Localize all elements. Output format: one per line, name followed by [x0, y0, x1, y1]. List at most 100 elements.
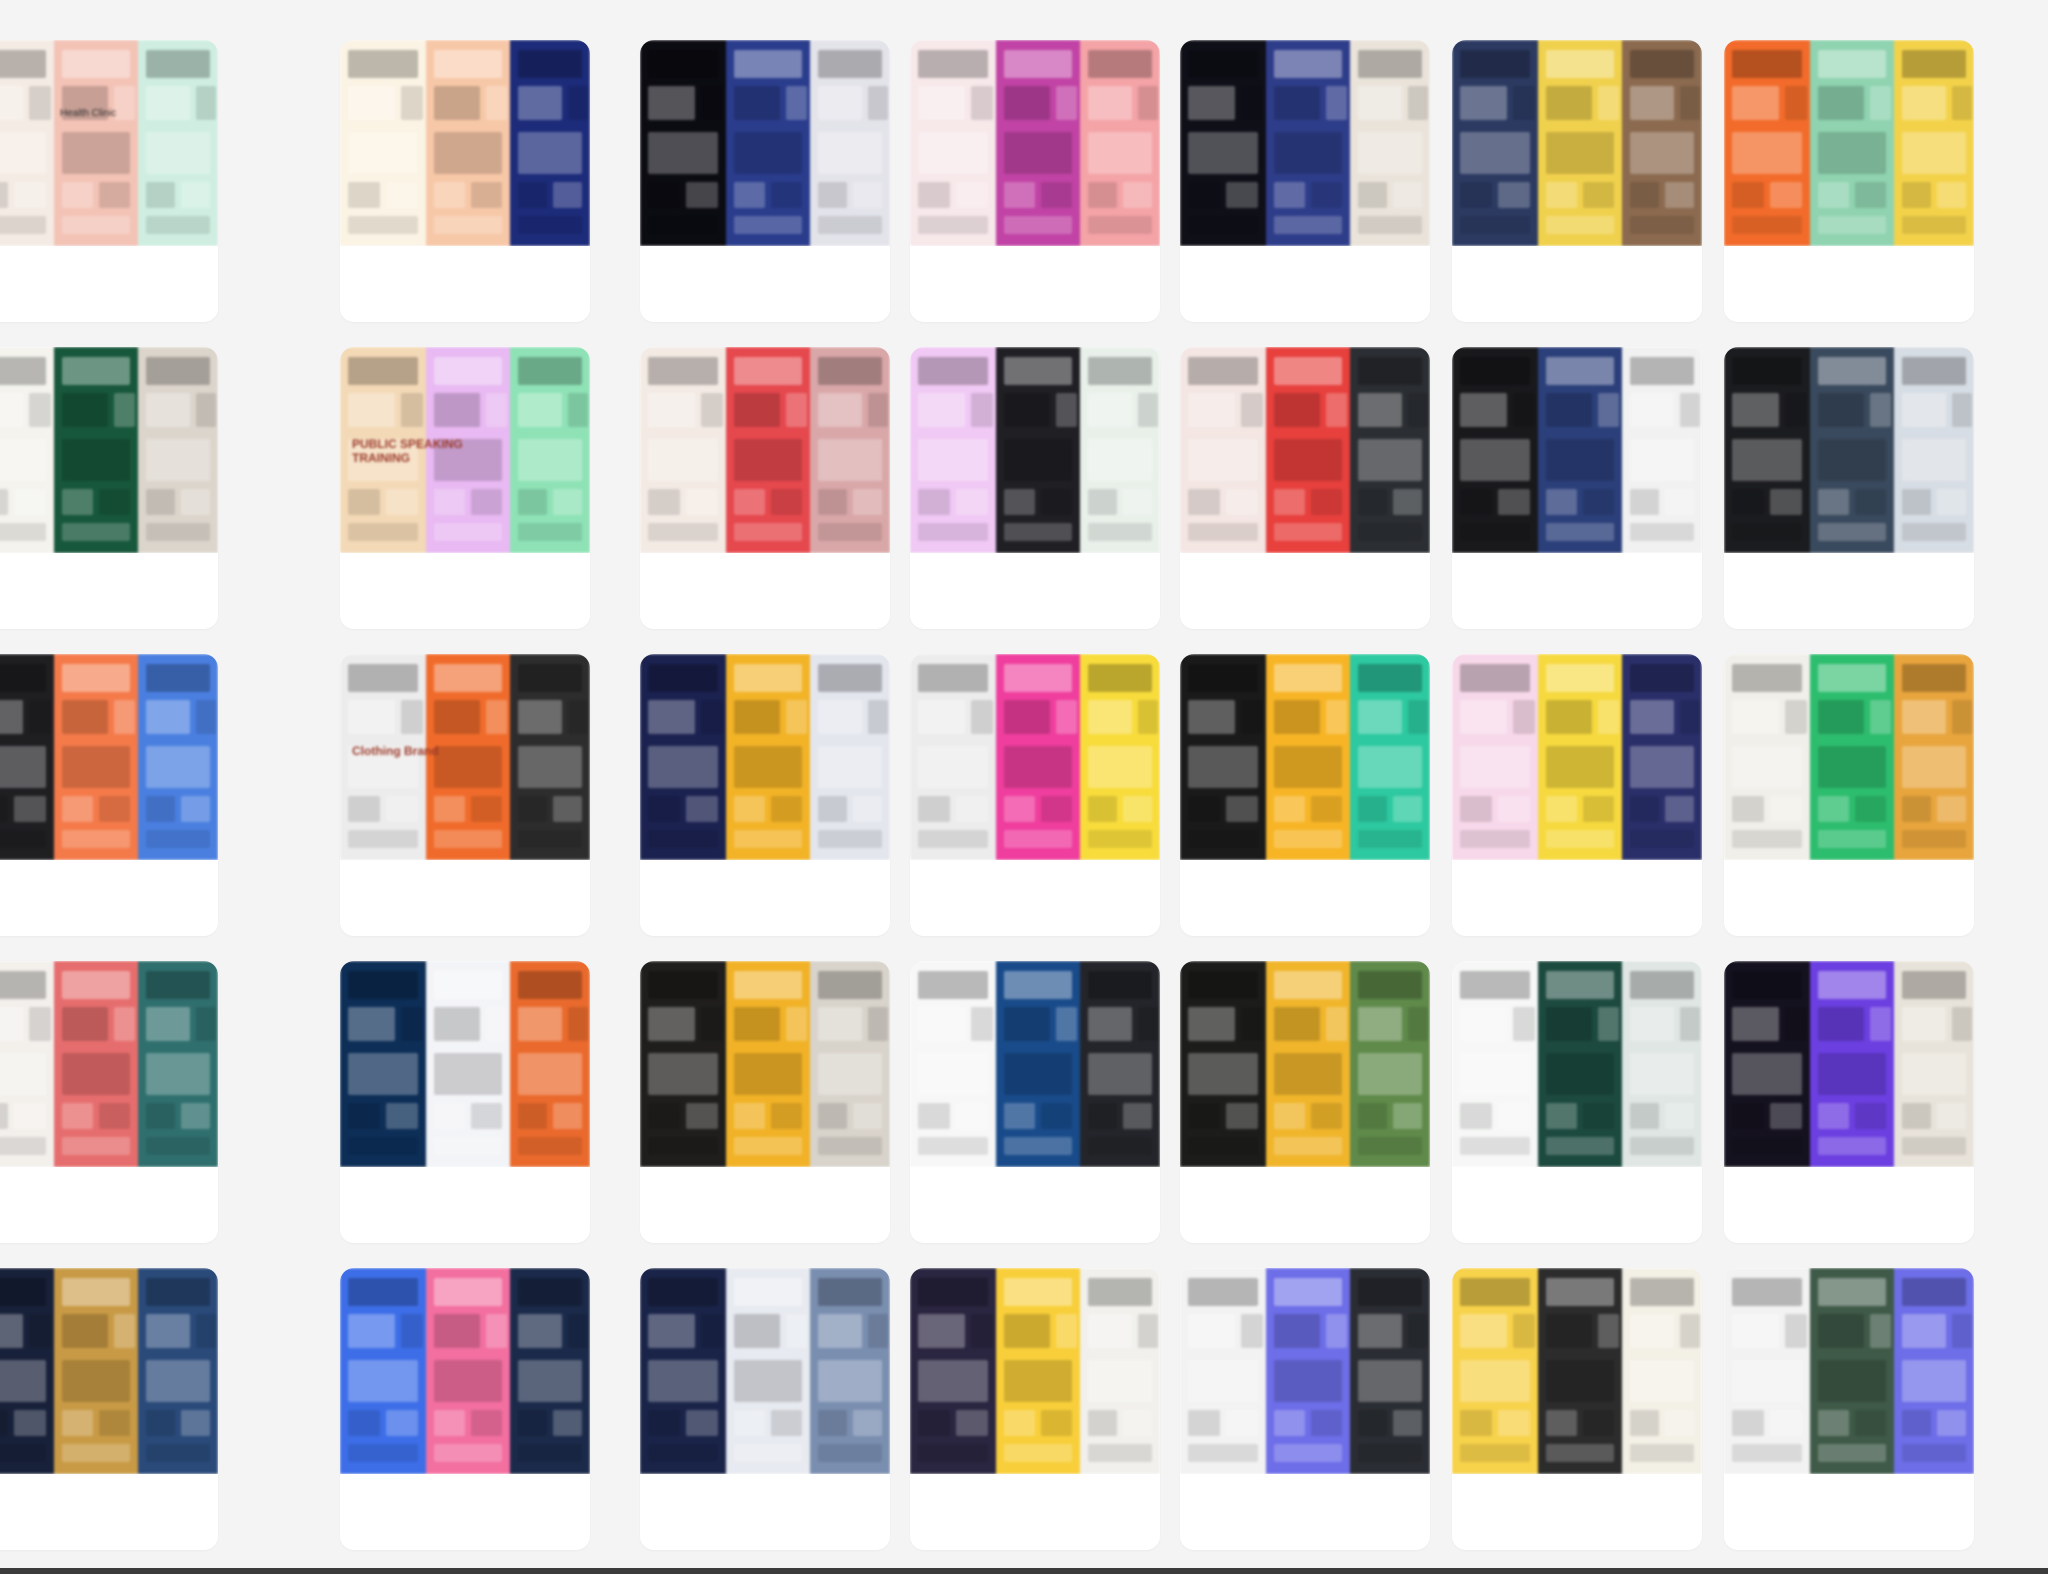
thumbnail-block: [146, 182, 175, 208]
thumbnail-block: [386, 489, 418, 515]
template-card[interactable]: [640, 40, 890, 322]
thumbnail-block: [1123, 1410, 1152, 1436]
thumbnail-block: [1546, 830, 1614, 848]
thumbnail-block: [1818, 1007, 1865, 1041]
thumbnail-block: [0, 439, 46, 481]
template-card[interactable]: [910, 40, 1160, 322]
thumbnail-block: [1902, 796, 1931, 822]
template-card[interactable]: [1724, 1268, 1974, 1550]
template-card[interactable]: [1452, 654, 1702, 936]
thumbnail-block: [1732, 700, 1780, 734]
thumbnail-block: [62, 1137, 130, 1155]
thumbnail-block: [818, 357, 882, 385]
template-thumbnail: [640, 347, 890, 553]
thumbnail-page: [726, 1268, 810, 1474]
thumbnail-block: [786, 1314, 808, 1348]
template-card[interactable]: [640, 347, 890, 629]
thumbnail-page: [1266, 961, 1350, 1167]
thumbnail-page: [1894, 961, 1974, 1167]
thumbnail-block: [734, 664, 802, 692]
template-card[interactable]: [1452, 961, 1702, 1243]
thumbnail-block: [818, 664, 882, 692]
thumbnail-block: [1902, 1444, 1966, 1462]
thumbnail-page: [54, 1268, 138, 1474]
template-card[interactable]: [340, 1268, 590, 1550]
template-card[interactable]: [910, 961, 1160, 1243]
thumbnail-block: [518, 746, 582, 788]
template-card[interactable]: [640, 961, 890, 1243]
template-card[interactable]: [1180, 1268, 1430, 1550]
thumbnail-title: PUBLIC SPEAKING TRAINING: [352, 437, 463, 465]
template-card[interactable]: [910, 347, 1160, 629]
thumbnail-block: [686, 796, 718, 822]
template-card[interactable]: [0, 347, 218, 629]
template-card[interactable]: [1452, 1268, 1702, 1550]
thumbnail-page: [0, 961, 54, 1167]
thumbnail-block: [648, 132, 718, 174]
template-card[interactable]: [910, 1268, 1160, 1550]
thumbnail-block: [1041, 1410, 1072, 1436]
thumbnail-page: [138, 40, 218, 246]
thumbnail-block: [734, 132, 802, 174]
thumbnail-block: [1818, 489, 1849, 515]
thumbnail-block: [918, 1007, 966, 1041]
template-card[interactable]: [910, 654, 1160, 936]
thumbnail-block: [14, 182, 46, 208]
thumbnail-block: [1326, 1007, 1348, 1041]
template-card[interactable]: [1180, 347, 1430, 629]
template-card[interactable]: [1180, 654, 1430, 936]
thumbnail-block: [0, 489, 8, 515]
template-card[interactable]: [1724, 347, 1974, 629]
card-footer: [1724, 1167, 1974, 1243]
thumbnail-block: [29, 393, 51, 427]
thumbnail-block: [1226, 1410, 1258, 1436]
thumbnail-block: [1732, 1360, 1802, 1402]
template-card[interactable]: [1724, 654, 1974, 936]
thumbnail-block: [1630, 1137, 1694, 1155]
thumbnail-block: [146, 1410, 175, 1436]
thumbnail-block: [386, 1103, 418, 1129]
thumbnail-block: [1937, 489, 1966, 515]
thumbnail-block: [1855, 1410, 1886, 1436]
template-card[interactable]: [0, 961, 218, 1243]
thumbnail-page: [0, 1268, 54, 1474]
template-card[interactable]: [1724, 961, 1974, 1243]
thumbnail-block: [1630, 796, 1659, 822]
thumbnail-page: [54, 347, 138, 553]
template-card[interactable]: [0, 654, 218, 936]
thumbnail-page: [1350, 347, 1430, 553]
thumbnail-block: [734, 50, 802, 78]
thumbnail-block: [434, 1007, 481, 1041]
template-card[interactable]: [640, 1268, 890, 1550]
thumbnail-block: [434, 357, 502, 385]
thumbnail-block: [1004, 830, 1072, 848]
thumbnail-block: [1226, 182, 1258, 208]
template-card[interactable]: [1452, 40, 1702, 322]
template-card[interactable]: Clothing Brand: [340, 654, 590, 936]
thumbnail-title: Clothing Brand: [352, 744, 439, 758]
thumbnail-block: [0, 1007, 24, 1041]
template-card[interactable]: [1724, 40, 1974, 322]
thumbnail-block: [434, 971, 502, 999]
template-card[interactable]: [1180, 961, 1430, 1243]
template-card[interactable]: [640, 654, 890, 936]
thumbnail-block: [648, 1410, 680, 1436]
template-card[interactable]: [0, 1268, 218, 1550]
template-card[interactable]: [1180, 40, 1430, 322]
template-card[interactable]: [1452, 347, 1702, 629]
thumbnail-block: [1460, 1053, 1530, 1095]
template-card[interactable]: Health Clinic: [0, 40, 218, 322]
thumbnail-block: [1056, 1007, 1078, 1041]
thumbnail-block: [348, 1360, 418, 1402]
thumbnail-block: [1088, 216, 1152, 234]
template-card[interactable]: PUBLIC SPEAKING TRAINING: [340, 347, 590, 629]
thumbnail-block: [1274, 796, 1305, 822]
card-footer: [1180, 246, 1430, 322]
card-footer: [1452, 246, 1702, 322]
thumbnail-block: [1546, 700, 1593, 734]
template-card[interactable]: [340, 40, 590, 322]
template-card[interactable]: [340, 961, 590, 1243]
thumbnail-block: [1937, 1103, 1966, 1129]
template-thumbnail: [910, 654, 1160, 860]
thumbnail-block: [1274, 489, 1305, 515]
